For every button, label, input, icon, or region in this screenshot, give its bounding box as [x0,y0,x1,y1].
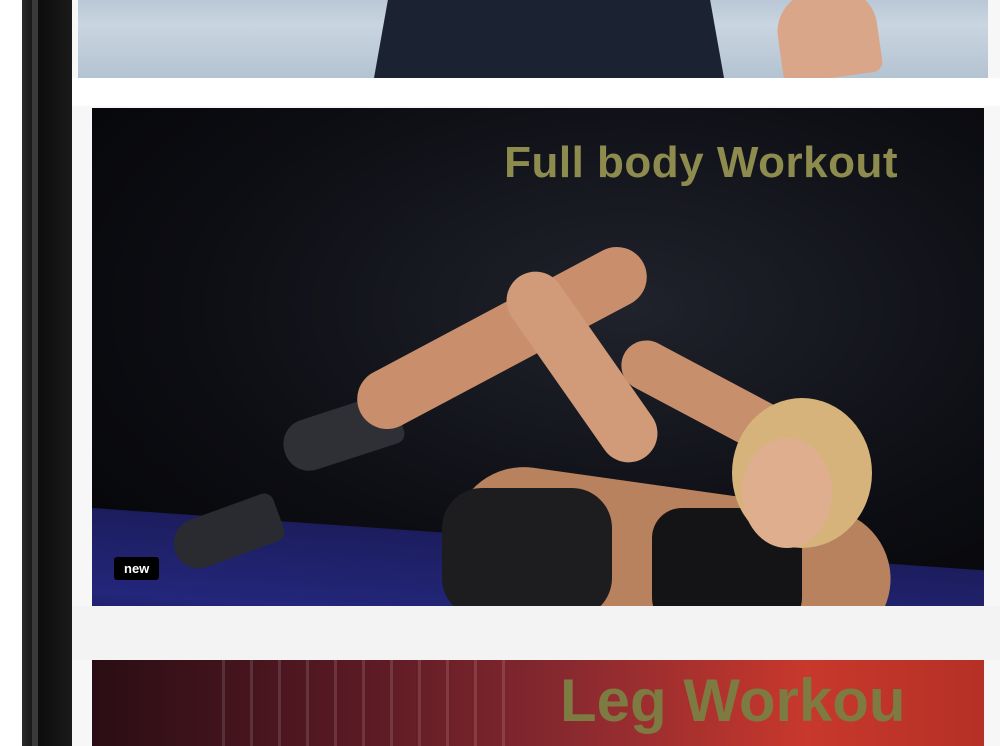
new-badge: new [114,557,160,580]
card-image-hand [772,0,884,78]
workout-title: Leg Workou [560,667,906,734]
workout-card-leg[interactable]: Leg Workou [92,660,984,746]
device-frame-edge [22,0,72,746]
card-image-shorts [442,488,612,606]
card-separator [72,606,1000,660]
workout-card-full-body[interactable]: Full body Workout new [92,108,984,606]
card-image-face [742,438,832,548]
workout-title: Full body Workout [504,138,898,187]
card-image-background [222,660,522,746]
card-separator [72,78,1000,106]
workout-card-previous[interactable] [78,0,988,78]
workout-list[interactable]: Full body Workout new Leg Workou [72,0,1000,746]
card-image-person [374,0,724,78]
screen: Full body Workout new Leg Workou [0,0,1000,746]
